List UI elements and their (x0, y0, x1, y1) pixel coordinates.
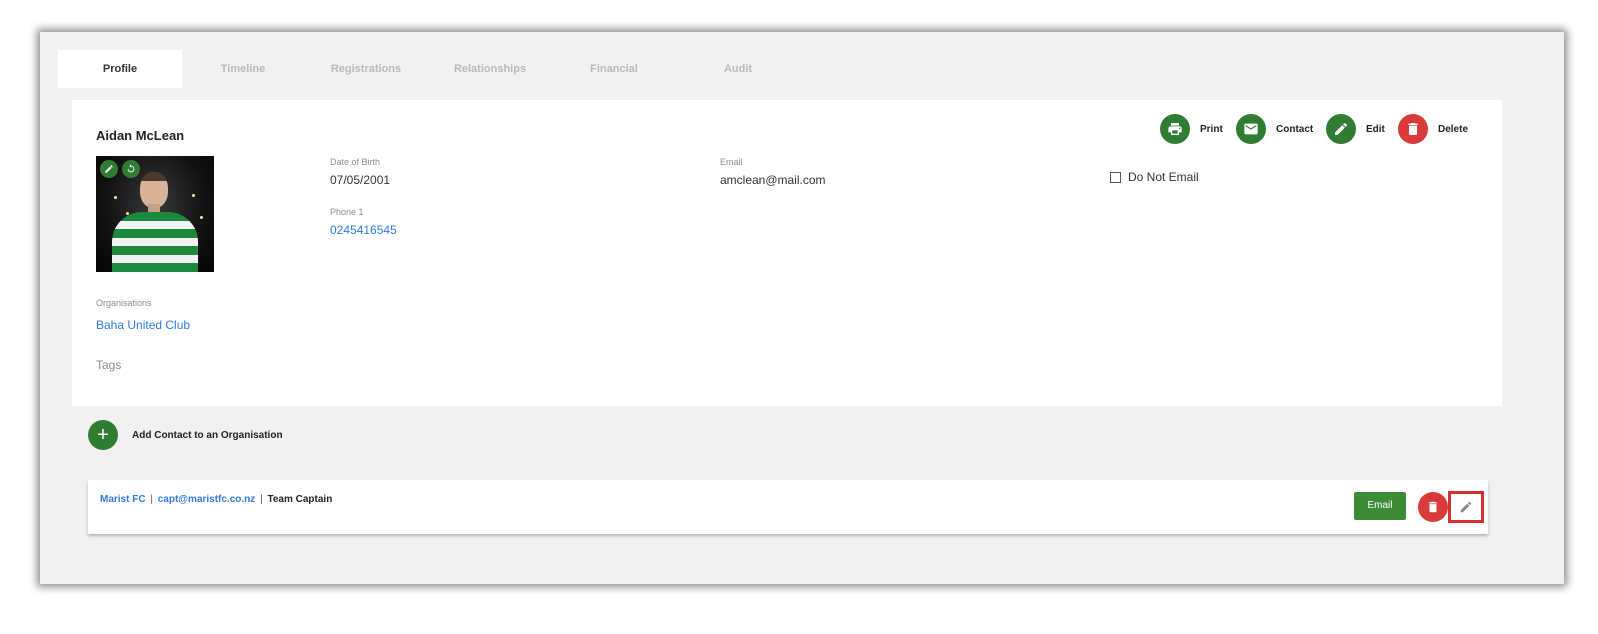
email-label: Email (720, 157, 743, 167)
print-label: Print (1200, 123, 1223, 135)
trash-icon (1428, 501, 1438, 513)
organisation-link[interactable]: Baha United Club (96, 318, 190, 332)
dob-label: Date of Birth (330, 157, 381, 167)
add-contact-label: Add Contact to an Organisation (132, 429, 283, 441)
phone-link[interactable]: 0245416545 (330, 223, 397, 237)
organisations-label: Organisations (96, 298, 152, 308)
separator: | (260, 494, 263, 505)
contact-name: Aidan McLean (96, 128, 185, 143)
print-button[interactable]: Print (1160, 113, 1223, 145)
phone-label: Phone 1 (330, 207, 364, 217)
mail-icon (1236, 114, 1266, 144)
profile-panel: Aidan McLean Date of Birth 07/05/2001 Ph… (72, 100, 1502, 406)
tags-label: Tags (96, 358, 122, 372)
reset-photo-refresh-icon[interactable] (122, 160, 140, 178)
relationship-edit-button[interactable] (1448, 491, 1484, 523)
tab-relationships[interactable]: Relationships (428, 50, 552, 88)
tab-timeline[interactable]: Timeline (182, 50, 304, 88)
pencil-icon (1326, 114, 1356, 144)
edit-photo-pencil-icon[interactable] (100, 160, 118, 178)
plus-icon: + (88, 420, 118, 450)
tab-financial[interactable]: Financial (552, 50, 676, 88)
separator: | (150, 494, 153, 505)
dob-value: 07/05/2001 (330, 173, 391, 187)
tab-bar: Profile Timeline Registrations Relations… (58, 50, 1518, 88)
relationship-delete-button[interactable] (1418, 492, 1448, 522)
add-contact-to-organisation-button[interactable]: + Add Contact to an Organisation (88, 420, 283, 450)
do-not-email-checkbox[interactable] (1110, 172, 1121, 183)
edit-button[interactable]: Edit (1326, 113, 1385, 145)
tab-registrations[interactable]: Registrations (304, 50, 428, 88)
relationship-org-link[interactable]: Marist FC (100, 494, 146, 505)
contact-button[interactable]: Contact (1236, 113, 1313, 145)
relationship-role: Team Captain (267, 494, 333, 505)
delete-label: Delete (1438, 123, 1469, 135)
edit-label: Edit (1366, 123, 1385, 135)
email-value: amclean@mail.com (720, 173, 826, 187)
print-icon (1160, 114, 1190, 144)
relationship-card: Marist FC | capt@maristfc.co.nz | Team C… (88, 480, 1488, 534)
contact-label: Contact (1276, 123, 1314, 135)
delete-button[interactable]: Delete (1398, 113, 1468, 145)
app-frame: Profile Timeline Registrations Relations… (40, 32, 1564, 584)
relationship-email-button[interactable]: Email (1354, 492, 1406, 520)
relationship-email-link[interactable]: capt@maristfc.co.nz (158, 494, 256, 505)
trash-icon (1398, 114, 1428, 144)
pencil-icon (1460, 501, 1472, 513)
do-not-email-label: Do Not Email (1128, 170, 1199, 184)
tab-profile[interactable]: Profile (58, 50, 182, 88)
tab-audit[interactable]: Audit (676, 50, 800, 88)
relationship-line: Marist FC | capt@maristfc.co.nz | Team C… (100, 494, 332, 505)
profile-photo (96, 156, 214, 272)
